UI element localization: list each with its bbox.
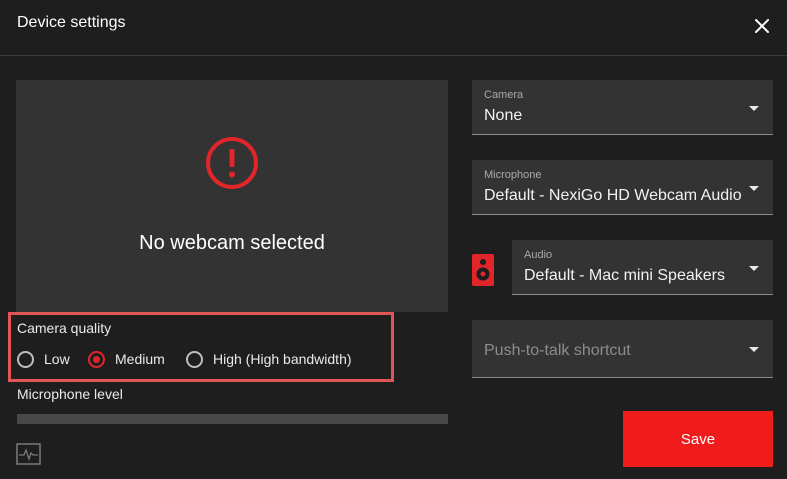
chevron-down-icon bbox=[749, 347, 759, 352]
camera-preview: No webcam selected bbox=[16, 80, 448, 312]
camera-select-label: Camera bbox=[484, 89, 524, 101]
audio-select-label: Audio bbox=[524, 249, 553, 261]
dialog-title: Device settings bbox=[17, 14, 126, 31]
speaker-icon bbox=[472, 254, 494, 286]
push-to-talk-placeholder: Push-to-talk shortcut bbox=[484, 342, 631, 359]
close-icon bbox=[755, 19, 769, 33]
chevron-down-icon bbox=[749, 106, 759, 111]
quality-option-medium[interactable]: Medium bbox=[88, 348, 165, 370]
radio-icon bbox=[17, 350, 34, 368]
microphone-select[interactable]: Microphone Default - NexiGo HD Webcam Au… bbox=[472, 160, 773, 215]
quality-option-label: Medium bbox=[115, 351, 165, 367]
audio-select[interactable]: Audio Default - Mac mini Speakers bbox=[512, 240, 773, 295]
radio-checked-icon bbox=[88, 350, 105, 368]
close-button[interactable] bbox=[748, 12, 776, 40]
quality-option-low[interactable]: Low bbox=[17, 348, 70, 370]
quality-option-label: High (High bandwidth) bbox=[213, 351, 352, 367]
radio-icon bbox=[186, 350, 203, 368]
camera-select-value: None bbox=[484, 107, 523, 124]
quality-option-label: Low bbox=[44, 351, 70, 367]
camera-select[interactable]: Camera None bbox=[472, 80, 773, 135]
save-button[interactable]: Save bbox=[623, 411, 773, 467]
audio-select-value: Default - Mac mini Speakers bbox=[524, 267, 725, 284]
microphone-select-value: Default - NexiGo HD Webcam Audio bbox=[484, 187, 742, 204]
pulse-icon[interactable] bbox=[16, 443, 41, 465]
warning-icon bbox=[206, 137, 258, 189]
quality-option-high[interactable]: High (High bandwidth) bbox=[186, 348, 352, 370]
microphone-level-label: Microphone level bbox=[17, 386, 123, 402]
chevron-down-icon bbox=[749, 186, 759, 191]
microphone-select-label: Microphone bbox=[484, 169, 542, 181]
no-webcam-message: No webcam selected bbox=[139, 232, 325, 254]
dialog-header: Device settings bbox=[0, 0, 787, 56]
chevron-down-icon bbox=[749, 266, 759, 271]
push-to-talk-select[interactable]: Push-to-talk shortcut bbox=[472, 320, 773, 378]
camera-quality-label: Camera quality bbox=[17, 320, 112, 336]
microphone-level-meter bbox=[17, 414, 448, 424]
